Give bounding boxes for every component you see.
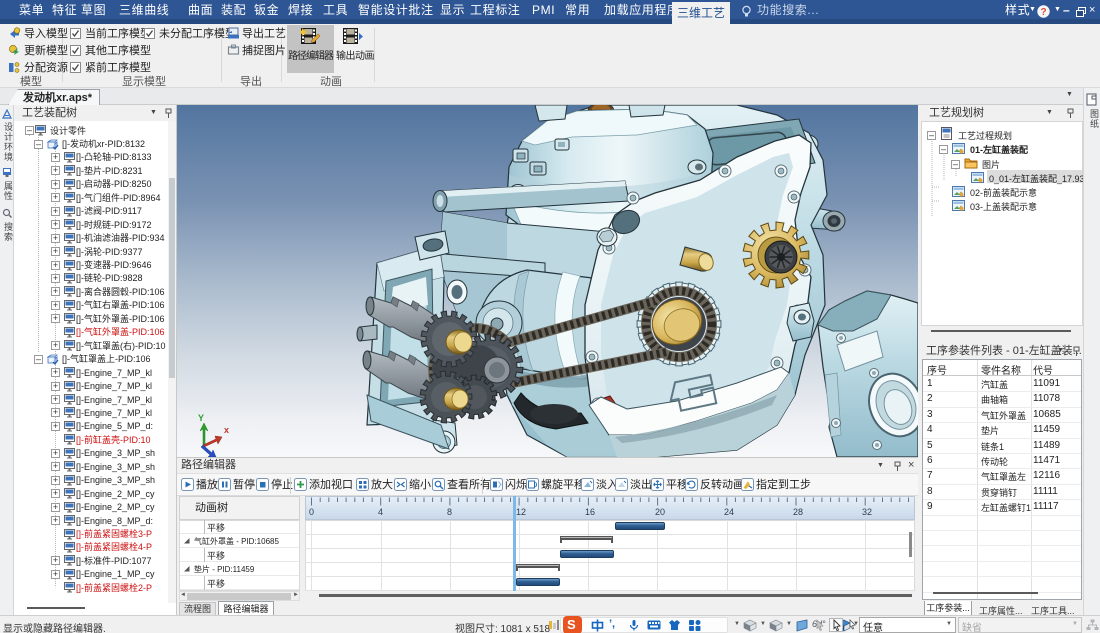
svg-text:x: x bbox=[224, 425, 229, 435]
svg-text:Y: Y bbox=[198, 413, 204, 423]
svg-text:?: ? bbox=[1040, 7, 1046, 18]
